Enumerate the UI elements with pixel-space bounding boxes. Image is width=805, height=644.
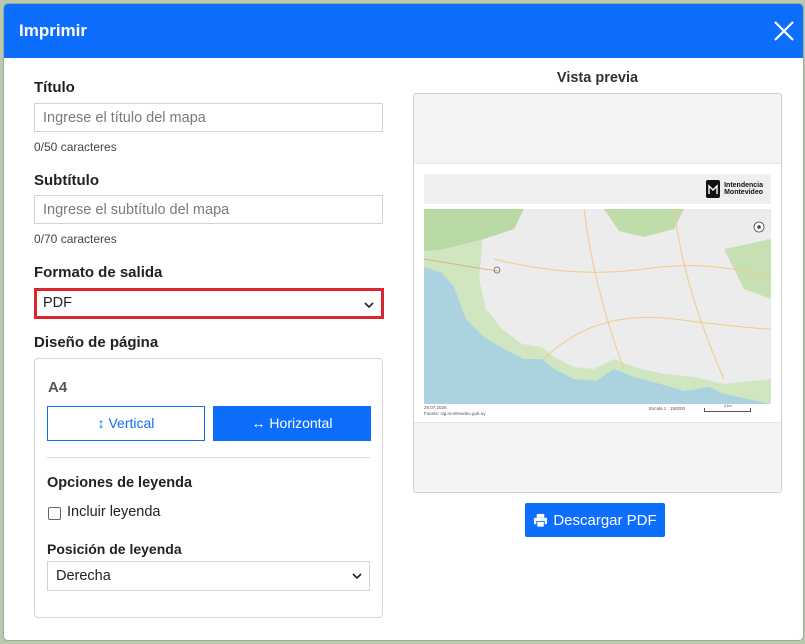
logo-line-2: Montevideo xyxy=(724,189,763,196)
close-icon[interactable] xyxy=(771,18,797,44)
dialog-title: Imprimir xyxy=(19,21,88,40)
printer-icon xyxy=(534,513,548,528)
orientation-vertical-label: Vertical xyxy=(108,415,155,431)
layout-label: Diseño de página xyxy=(34,334,159,351)
vertical-arrows-icon: ↕ xyxy=(97,415,105,431)
format-select[interactable]: PDF xyxy=(34,288,384,319)
preview-source: Fuente: sig.montevideo.gub.uy xyxy=(424,411,486,416)
legend-options-heading: Opciones de leyenda xyxy=(47,475,193,491)
logo-line-1: Intendencia xyxy=(724,181,763,189)
legend-position-value: Derecha xyxy=(56,568,111,584)
map-preview-image xyxy=(424,209,771,404)
chevron-down-icon xyxy=(352,573,362,580)
title-label: Título xyxy=(34,79,75,96)
preview-footer-meta: 29.07.2026 Fuente: sig.montevideo.gub.uy xyxy=(424,405,486,417)
subtitle-label: Subtítulo xyxy=(34,172,99,189)
include-legend-checkbox[interactable] xyxy=(48,507,61,520)
download-pdf-button[interactable]: Descargar PDF xyxy=(525,503,665,537)
divider xyxy=(47,457,370,458)
chevron-down-icon xyxy=(364,302,374,309)
format-label: Formato de salida xyxy=(34,264,163,281)
orientation-horizontal-button[interactable]: ↔ Horizontal xyxy=(213,406,371,441)
preview-scale: Escala 1 : 150000 xyxy=(649,406,686,411)
legend-position-select[interactable]: Derecha xyxy=(47,561,370,591)
title-char-counter: 0/50 caracteres xyxy=(34,140,117,154)
paper-size: A4 xyxy=(48,379,68,396)
intendencia-logo: Intendencia Montevideo xyxy=(706,179,763,199)
orientation-vertical-button[interactable]: ↕ Vertical xyxy=(47,406,205,441)
preview-sheet: Intendencia Montevideo 29.07.2026 Fuente… xyxy=(414,163,781,423)
download-pdf-label: Descargar PDF xyxy=(553,511,657,529)
format-select-value: PDF xyxy=(43,295,72,311)
preview-scalebar xyxy=(704,408,751,412)
legend-position-label: Posición de leyenda xyxy=(47,541,182,557)
subtitle-input[interactable] xyxy=(34,195,383,224)
logo-text: Intendencia Montevideo xyxy=(724,182,763,197)
subtitle-char-counter: 0/70 caracteres xyxy=(34,232,117,246)
horizontal-arrows-icon: ↔ xyxy=(251,415,266,431)
print-dialog: Imprimir Título 0/50 caracteres Subtítul… xyxy=(4,4,803,640)
layout-panel: A4 ↕ Vertical ↔ Horizontal Opciones de l… xyxy=(34,358,383,618)
dialog-header: Imprimir xyxy=(4,4,803,58)
include-legend-label: Incluir leyenda xyxy=(67,504,161,520)
preview-panel: Intendencia Montevideo 29.07.2026 Fuente… xyxy=(413,93,782,493)
title-input[interactable] xyxy=(34,103,383,132)
preview-title: Vista previa xyxy=(556,70,639,86)
logo-mark-icon xyxy=(706,180,721,198)
orientation-horizontal-label: Horizontal xyxy=(269,415,333,431)
preview-sheet-header: Intendencia Montevideo xyxy=(424,174,771,204)
